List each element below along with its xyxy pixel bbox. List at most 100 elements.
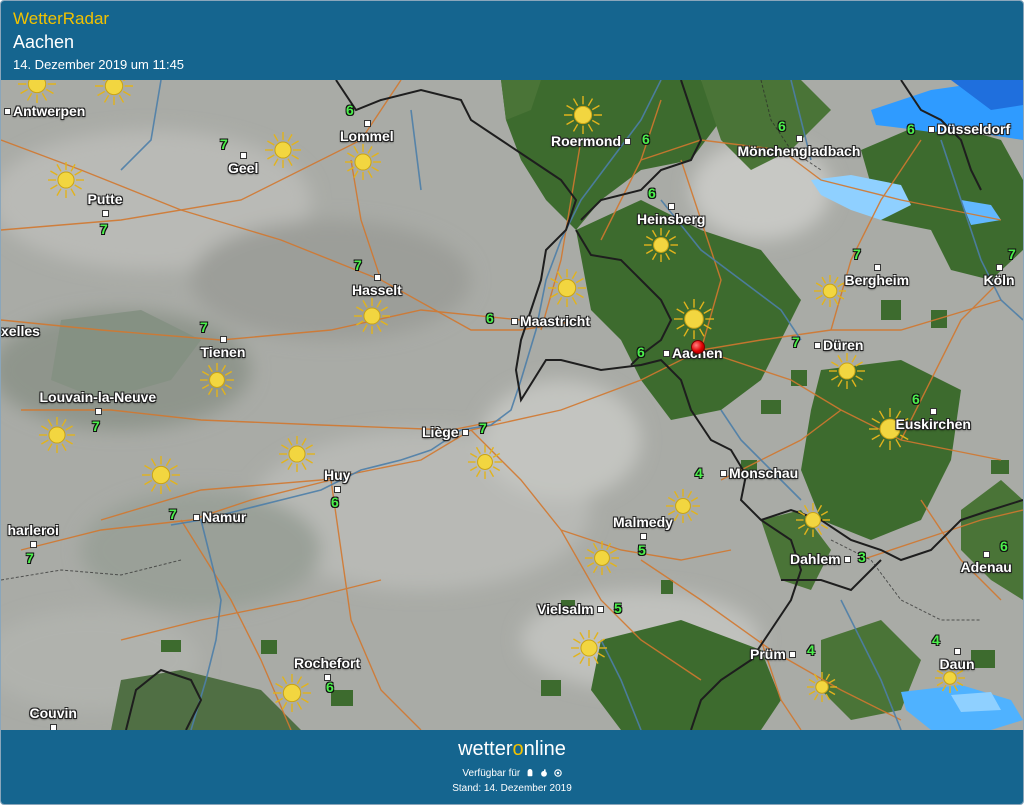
- sun-icon: [95, 80, 133, 105]
- city-label-geel[interactable]: Geel: [228, 160, 258, 176]
- city-label-pruem[interactable]: Prüm: [750, 646, 786, 662]
- city-label-tienen[interactable]: Tienen: [201, 344, 246, 360]
- city-marker-moenchengladbach: [796, 135, 803, 142]
- temperature-koeln: 7: [1008, 246, 1016, 262]
- sun-icon: [48, 162, 84, 198]
- temperature-moenchengladbach: 6: [778, 118, 786, 134]
- sun-icon: [468, 445, 502, 479]
- city-label-roermond[interactable]: Roermond: [551, 133, 621, 149]
- temperature-huy: 6: [331, 494, 339, 510]
- city-label-couvin[interactable]: Couvin: [30, 705, 77, 721]
- city-label-antwerpen[interactable]: Antwerpen: [13, 103, 85, 119]
- city-label-lommel[interactable]: Lommel: [340, 128, 394, 144]
- sun-icon: [585, 541, 619, 575]
- city-label-monschau[interactable]: Monschau: [729, 465, 798, 481]
- radar-map[interactable]: Antwerpen Lommel Geel Putte Hasselt Roermond M…: [1, 80, 1023, 730]
- sun-icon: [564, 96, 602, 134]
- city-marker-charleroi: [30, 541, 37, 548]
- city-marker-huy: [334, 486, 341, 493]
- city-label-adenau[interactable]: Adenau: [961, 559, 1012, 575]
- city-marker-dueren: [814, 342, 821, 349]
- map-canvas: [1, 80, 1023, 730]
- city-label-vielsalm[interactable]: Vielsalm: [537, 601, 594, 617]
- city-label-rochefort[interactable]: Rochefort: [294, 655, 360, 671]
- city-marker-antwerpen: [4, 108, 11, 115]
- city-label-malmedy[interactable]: Malmedy: [613, 514, 673, 530]
- temperature-geel: 7: [220, 136, 228, 152]
- temperature-vielsalm: 5: [614, 600, 622, 616]
- temperature-dahlem: 3: [858, 549, 866, 565]
- city-label-hasselt[interactable]: Hasselt: [352, 282, 402, 298]
- temperature-lommel: 6: [346, 102, 354, 118]
- android-icon[interactable]: [526, 769, 534, 777]
- city-label-duesseldorf[interactable]: Düsseldorf: [937, 121, 1010, 137]
- sun-icon: [796, 503, 830, 537]
- city-label-koeln[interactable]: Köln: [984, 272, 1015, 288]
- availability-text: Verfügbar für: [462, 768, 521, 779]
- wetteronline-logo[interactable]: wetteronline: [1, 738, 1023, 761]
- temperature-monschau: 4: [695, 465, 703, 481]
- sun-icon: [39, 417, 75, 453]
- city-marker-euskirchen: [930, 408, 937, 415]
- data-status: Stand: 14. Dezember 2019: [452, 783, 572, 794]
- city-label-bergheim[interactable]: Bergheim: [845, 272, 910, 288]
- city-marker-duesseldorf: [928, 126, 935, 133]
- city-label-moenchengladbach[interactable]: Mönchengladbach: [738, 143, 861, 159]
- temperature-duesseldorf: 6: [907, 121, 915, 137]
- city-marker-tienen: [220, 336, 227, 343]
- sun-icon: [571, 630, 607, 666]
- sun-icon: [345, 144, 381, 180]
- city-marker-daun: [954, 648, 961, 655]
- city-marker-bergheim: [874, 264, 881, 271]
- city-label-louvain[interactable]: Louvain-la-Neuve: [40, 389, 157, 405]
- temperature-maastricht: 6: [486, 310, 494, 326]
- location-pin-icon[interactable]: [691, 340, 705, 354]
- city-marker-putte: [102, 210, 109, 217]
- city-label-dueren[interactable]: Düren: [823, 337, 863, 353]
- sun-icon: [814, 275, 846, 307]
- temperature-namur: 7: [169, 506, 177, 522]
- temperature-bergheim: 7: [853, 246, 861, 262]
- temperature-putte: 7: [100, 221, 108, 237]
- sun-icon: [200, 363, 234, 397]
- brand-part-2: nline: [523, 738, 566, 760]
- temperature-liege: 7: [479, 420, 487, 436]
- temperature-charleroi: 7: [26, 550, 34, 566]
- sun-icon: [18, 80, 56, 103]
- temperature-pruem: 4: [807, 642, 815, 658]
- city-marker-geel: [240, 152, 247, 159]
- city-label-daun[interactable]: Daun: [940, 656, 975, 672]
- city-label-maastricht[interactable]: Maastricht: [520, 313, 590, 329]
- apple-icon[interactable]: [540, 769, 548, 777]
- city-label-dahlem[interactable]: Dahlem: [790, 551, 841, 567]
- city-marker-hasselt: [374, 274, 381, 281]
- brand-part-o: o: [512, 738, 524, 760]
- city-label-euskirchen[interactable]: Euskirchen: [896, 416, 971, 432]
- brand-part-1: wetter: [458, 738, 513, 760]
- city-marker-adenau: [983, 551, 990, 558]
- temperature-daun: 4: [932, 632, 940, 648]
- location-title[interactable]: Aachen: [13, 32, 74, 53]
- radar-timestamp: 14. Dezember 2019 um 11:45: [13, 57, 185, 72]
- city-label-liege[interactable]: Liège: [422, 424, 459, 440]
- weather-radar-app: WetterRadar Aachen 14. Dezember 2019 um …: [0, 0, 1024, 805]
- web-icon[interactable]: [553, 769, 562, 777]
- city-marker-heinsberg: [668, 203, 675, 210]
- temperature-heinsberg: 6: [648, 185, 656, 201]
- city-marker-lommel: [364, 120, 371, 127]
- city-label-namur[interactable]: Namur: [202, 509, 246, 525]
- temperature-tienen: 7: [200, 319, 208, 335]
- city-marker-malmedy: [640, 533, 647, 540]
- city-label-putte[interactable]: Putte: [88, 191, 123, 207]
- city-label-huy[interactable]: Huy: [324, 467, 350, 483]
- temperature-rochefort: 6: [326, 679, 334, 695]
- city-label-bruxelles[interactable]: xelles: [1, 323, 40, 339]
- city-label-heinsberg[interactable]: Heinsberg: [637, 211, 705, 227]
- city-marker-dahlem: [844, 556, 851, 563]
- temperature-dueren: 7: [792, 334, 800, 350]
- city-label-charleroi[interactable]: harleroi: [8, 522, 59, 538]
- city-marker-koeln: [996, 264, 1003, 271]
- city-marker-aachen: [663, 350, 670, 357]
- sun-icon: [354, 298, 390, 334]
- sun-icon: [265, 132, 301, 168]
